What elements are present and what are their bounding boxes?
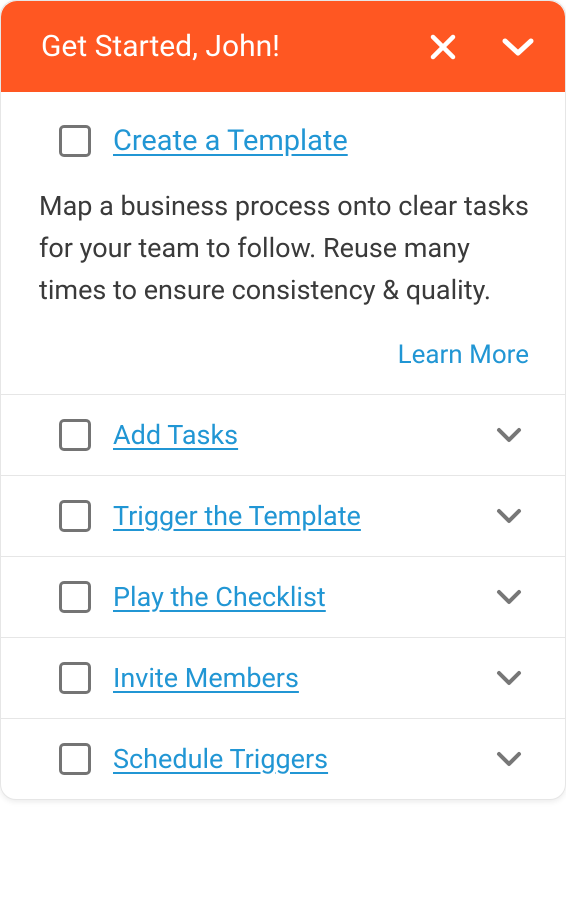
checkbox-play-checklist[interactable] (59, 581, 91, 613)
item-invite-members[interactable]: Invite Members (1, 638, 565, 719)
chevron-down-icon[interactable] (495, 588, 523, 606)
close-icon[interactable] (429, 33, 457, 61)
link-trigger-template[interactable]: Trigger the Template (113, 500, 473, 532)
item-trigger-template[interactable]: Trigger the Template (1, 476, 565, 557)
link-invite-members[interactable]: Invite Members (113, 662, 473, 694)
get-started-card: Get Started, John! Create a Template Map… (0, 0, 566, 800)
checkbox-add-tasks[interactable] (59, 419, 91, 451)
link-add-tasks[interactable]: Add Tasks (113, 419, 473, 451)
header-icons (429, 33, 535, 61)
learn-more-link[interactable]: Learn More (398, 340, 529, 370)
link-play-checklist[interactable]: Play the Checklist (113, 581, 473, 613)
link-schedule-triggers[interactable]: Schedule Triggers (113, 743, 473, 775)
chevron-down-icon[interactable] (495, 750, 523, 768)
header-title: Get Started, John! (41, 29, 429, 64)
chevron-down-icon[interactable] (495, 426, 523, 444)
chevron-down-icon[interactable] (495, 669, 523, 687)
item-add-tasks[interactable]: Add Tasks (1, 395, 565, 476)
checkbox-invite-members[interactable] (59, 662, 91, 694)
chevron-down-icon[interactable] (495, 507, 523, 525)
expanded-item-header: Create a Template (37, 124, 529, 186)
chevron-down-icon[interactable] (501, 36, 535, 58)
card-header: Get Started, John! (1, 1, 565, 92)
link-create-template[interactable]: Create a Template (113, 124, 529, 158)
expanded-item-description: Map a business process onto clear tasks … (37, 186, 529, 340)
expanded-item-create-template: Create a Template Map a business process… (1, 92, 565, 395)
checkbox-trigger-template[interactable] (59, 500, 91, 532)
item-schedule-triggers[interactable]: Schedule Triggers (1, 719, 565, 799)
checkbox-schedule-triggers[interactable] (59, 743, 91, 775)
learn-more-container: Learn More (37, 340, 529, 370)
card-body: Create a Template Map a business process… (1, 92, 565, 799)
item-play-checklist[interactable]: Play the Checklist (1, 557, 565, 638)
checkbox-create-template[interactable] (59, 125, 91, 157)
